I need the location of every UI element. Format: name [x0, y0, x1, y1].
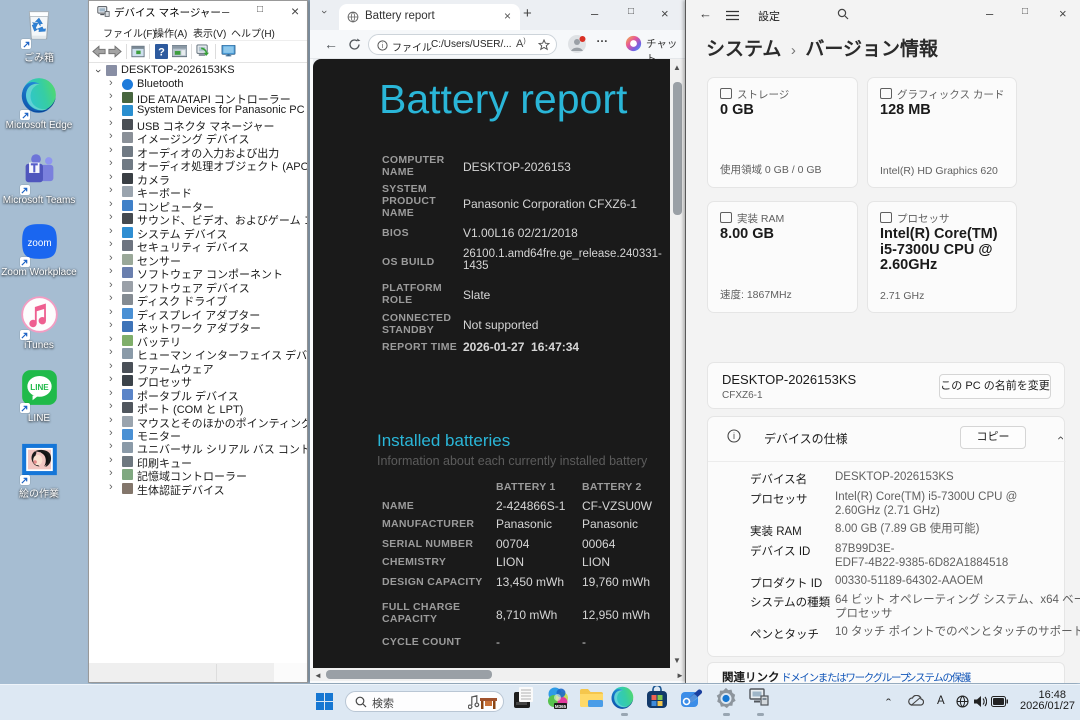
- svg-text:LINE: LINE: [30, 383, 49, 392]
- svg-text:M365: M365: [555, 704, 567, 709]
- svg-text:?: ?: [158, 47, 165, 59]
- svg-text:i: i: [382, 43, 384, 50]
- svg-text:i: i: [733, 431, 735, 441]
- svg-text:zoom: zoom: [27, 238, 51, 249]
